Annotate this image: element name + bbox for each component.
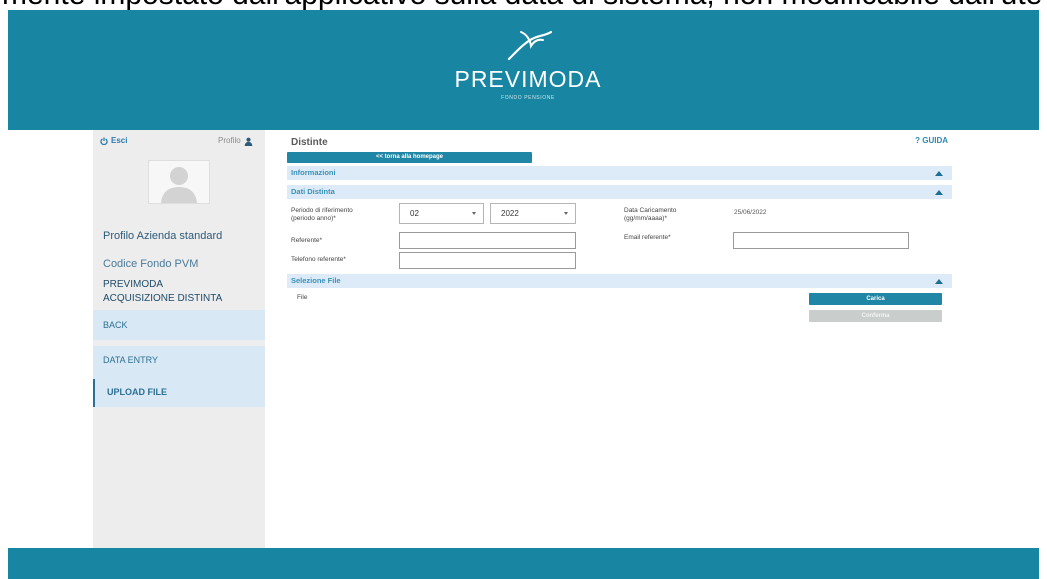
referent-input[interactable] — [399, 232, 576, 249]
section-title: Selezione File — [291, 276, 341, 285]
logout-link[interactable]: Esci — [100, 136, 127, 146]
chevron-down-icon — [472, 212, 476, 215]
sidebar-item-label: UPLOAD FILE — [107, 387, 167, 397]
period-label: Periodo di riferimento — [291, 207, 353, 214]
back-to-homepage-button[interactable]: << torna alla homepage — [287, 152, 532, 163]
user-icon — [244, 137, 252, 146]
site-footer — [8, 548, 1039, 579]
fund-code: Codice Fondo PVM — [103, 258, 199, 270]
month-select[interactable]: 02 — [399, 203, 484, 224]
sidebar-item-back[interactable]: BACK — [93, 310, 265, 340]
year-select-value: 2022 — [501, 209, 519, 218]
year-select[interactable]: 2022 — [490, 203, 576, 224]
fund-name: PREVIMODA — [103, 279, 164, 290]
sidebar-item-upload-file[interactable]: UPLOAD FILE — [93, 379, 265, 407]
brand-subtitle: FONDO PENSIONE — [501, 95, 555, 101]
profile-label: Profilo — [218, 136, 241, 145]
site-header: PREVIMODA FONDO PENSIONE — [8, 10, 1039, 130]
triangle-up-icon — [935, 190, 943, 195]
power-icon — [100, 137, 108, 145]
month-select-value: 02 — [410, 209, 419, 218]
logout-label: Esci — [111, 136, 128, 145]
screenshot-page: mente impostato dall'applicativo sulla d… — [0, 0, 1047, 579]
sidebar: Esci Profilo Profilo Azienda standard Co… — [93, 130, 265, 548]
upload-date-label-hint: (gg/mm/aaaa)* — [624, 215, 667, 222]
bird-logo-icon[interactable] — [506, 29, 552, 61]
section-header-selezione-file[interactable]: Selezione File — [287, 274, 952, 288]
upload-date-value: 25/06/2022 — [734, 209, 767, 216]
main-content: Distinte ? GUIDA << torna alla homepage … — [287, 130, 952, 548]
brand-name[interactable]: PREVIMODA — [8, 66, 1039, 92]
email-input[interactable] — [733, 232, 909, 249]
avatar-placeholder-icon — [161, 167, 197, 203]
sidebar-section-title: ACQUISIZIONE DISTINTA — [103, 293, 223, 304]
email-label: Email referente* — [624, 234, 671, 241]
section-header-informazioni[interactable]: Informazioni — [287, 166, 952, 180]
period-label-hint: (periodo anno)* — [291, 215, 336, 222]
confirm-button[interactable]: Conferma — [809, 310, 942, 322]
triangle-up-icon — [935, 279, 943, 284]
section-title: Informazioni — [291, 168, 336, 177]
page-title: Distinte — [291, 137, 328, 148]
profile-name: Profilo Azienda standard — [103, 230, 223, 242]
sidebar-item-label: BACK — [103, 320, 128, 330]
section-header-dati-distinta[interactable]: Dati Distinta — [287, 185, 952, 199]
avatar — [148, 160, 210, 204]
phone-input[interactable] — [399, 252, 576, 269]
document-text-strip: mente impostato dall'applicativo sulla d… — [0, 0, 1047, 10]
document-text: mente impostato dall'applicativo sulla d… — [2, 0, 1042, 10]
phone-label: Telefono referente* — [291, 256, 346, 263]
sidebar-item-data-entry[interactable]: DATA ENTRY — [93, 346, 265, 379]
upload-date-label: Data Caricamento — [624, 207, 677, 214]
help-link[interactable]: ? GUIDA — [915, 136, 948, 145]
triangle-up-icon — [935, 171, 943, 176]
upload-button[interactable]: Carica — [809, 293, 942, 305]
sidebar-item-label: DATA ENTRY — [103, 355, 159, 365]
section-title: Dati Distinta — [291, 187, 335, 196]
referent-label: Referente* — [291, 237, 323, 244]
chevron-down-icon — [564, 212, 568, 215]
profile-link[interactable]: Profilo — [218, 136, 253, 146]
file-label: File — [297, 294, 308, 301]
